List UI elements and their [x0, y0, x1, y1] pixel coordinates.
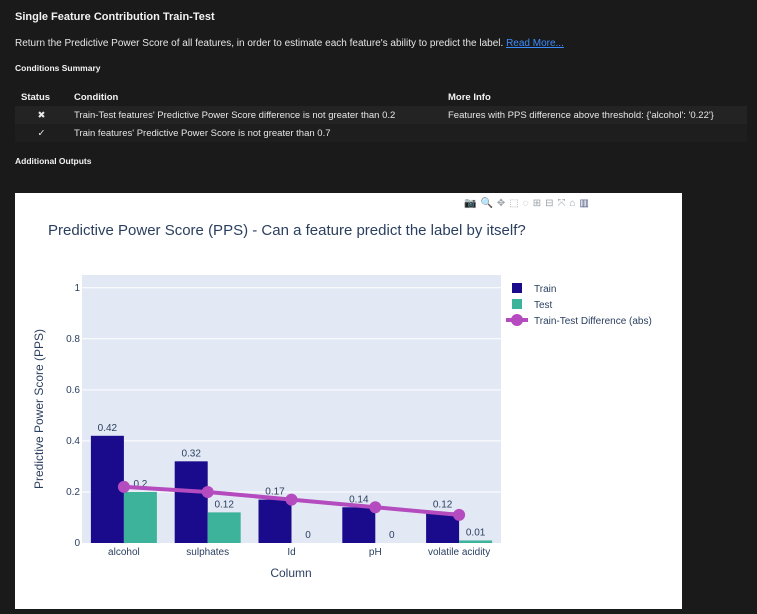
train-bar — [174, 461, 208, 543]
legend-test-label: Test — [534, 300, 553, 311]
test-bar-label: 0.12 — [214, 499, 234, 510]
difference-point — [117, 480, 130, 493]
chart-title: Predictive Power Score (PPS) - Can a fea… — [48, 222, 526, 239]
autoscale-icon[interactable]: ⤧ — [557, 198, 565, 209]
legend-diff-label: Train-Test Difference (abs) — [534, 316, 652, 327]
condition-header: Condition — [68, 88, 442, 106]
x-tick-label: alcohol — [108, 547, 140, 558]
x-axis-title: Column — [270, 566, 311, 580]
more-info-header: More Info — [442, 88, 747, 106]
difference-point — [285, 493, 298, 506]
y-tick-label: 0 — [74, 538, 80, 549]
train-bar-label: 0.32 — [181, 448, 201, 459]
zoom-icon[interactable]: 🔍 — [480, 198, 492, 209]
camera-icon[interactable]: 📷 — [464, 198, 476, 209]
pps-chart: 0 0.2 0.4 0.6 0.8 1 Predictive Power Score (PP… — [15, 193, 682, 609]
test-bar — [123, 491, 157, 543]
test-bar-label: 0.01 — [466, 527, 486, 538]
x-tick-label: Id — [287, 547, 295, 558]
y-tick-label: 0.4 — [66, 436, 80, 447]
difference-point — [369, 501, 382, 514]
y-tick-label: 0.6 — [66, 385, 80, 396]
y-tick-label: 0.8 — [66, 334, 80, 345]
train-bar-label: 0.12 — [433, 499, 453, 510]
description-text: Return the Predictive Power Score of all… — [15, 38, 504, 49]
test-bar-label: 0 — [305, 530, 311, 541]
read-more-link[interactable]: Read More... — [506, 38, 564, 49]
legend-diff-marker — [511, 314, 523, 326]
box-select-icon[interactable]: ⬚ — [509, 198, 518, 209]
more-info-cell: Features with PPS difference above thres… — [442, 106, 747, 124]
table-row: ✓ Train features' Predictive Power Score… — [15, 124, 747, 142]
chart-svg: 0 0.2 0.4 0.6 0.8 1 Predictive Power Score (PP… — [32, 222, 652, 580]
table-row: ✖ Train-Test features' Predictive Power … — [15, 106, 747, 124]
pan-icon[interactable]: ✥ — [497, 198, 505, 209]
lasso-icon[interactable]: ◌ — [523, 198, 529, 209]
train-bar — [258, 499, 292, 543]
status-header: Status — [15, 88, 68, 106]
y-axis-title: Predictive Power Score (PPS) — [32, 329, 46, 489]
check-description: Return the Predictive Power Score of all… — [15, 38, 564, 49]
condition-cell: Train-Test features' Predictive Power Sc… — [68, 106, 442, 124]
y-tick-label: 1 — [74, 283, 80, 294]
pass-icon: ✓ — [15, 124, 68, 142]
x-tick-label: sulphates — [186, 547, 229, 558]
fail-icon: ✖ — [15, 106, 68, 124]
x-tick-label: pH — [369, 547, 382, 558]
additional-outputs-heading: Additional Outputs — [15, 156, 92, 166]
test-bar — [207, 512, 241, 543]
train-bar-label: 0.42 — [98, 423, 118, 434]
check-title: Single Feature Contribution Train-Test — [15, 11, 215, 23]
zoom-out-icon[interactable]: ⊟ — [545, 198, 553, 209]
y-tick-label: 0.2 — [66, 487, 80, 498]
legend-train-swatch — [512, 283, 522, 293]
legend-train-label: Train — [534, 284, 556, 295]
conditions-table: Status Condition More Info ✖ Train-Test … — [15, 88, 747, 142]
difference-point — [453, 508, 466, 521]
difference-point — [201, 485, 214, 498]
home-icon[interactable]: ⌂ — [569, 198, 575, 209]
train-bar — [342, 507, 376, 543]
conditions-summary-heading: Conditions Summary — [15, 63, 101, 73]
test-bar-label: 0 — [389, 530, 395, 541]
condition-cell: Train features' Predictive Power Score i… — [68, 124, 442, 142]
x-tick-label: volatile acidity — [428, 547, 490, 558]
legend-test-swatch — [512, 299, 522, 309]
test-bar — [459, 540, 493, 543]
modebar: 📷 🔍 ✥ ⬚ ◌ ⊞ ⊟ ⤧ ⌂ ▥ — [464, 196, 589, 210]
more-info-cell — [442, 124, 747, 142]
table-header-row: Status Condition More Info — [15, 88, 747, 106]
plotly-logo[interactable]: ▥ — [580, 198, 589, 209]
zoom-in-icon[interactable]: ⊞ — [533, 198, 541, 209]
